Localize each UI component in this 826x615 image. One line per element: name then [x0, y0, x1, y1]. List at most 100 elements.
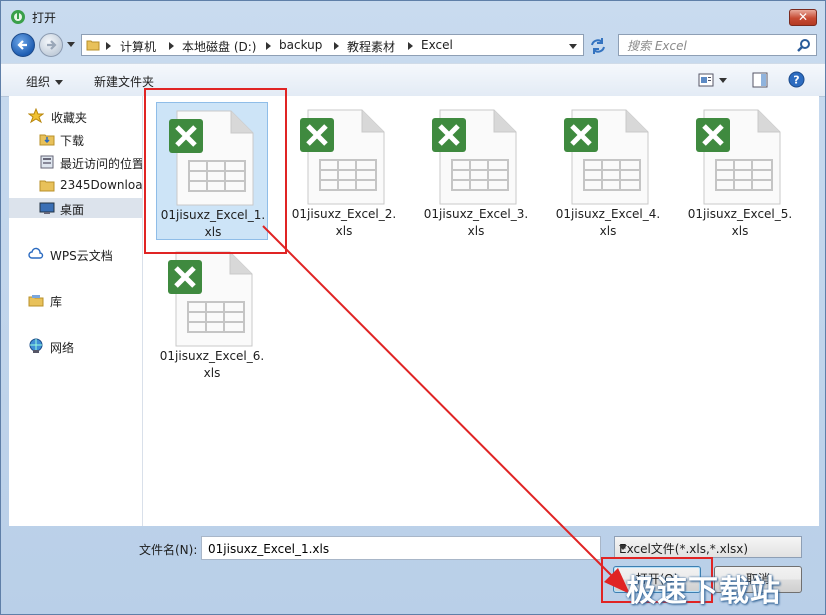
sidebar-item-favorites[interactable]: 收藏夹: [9, 106, 142, 126]
library-icon: [28, 295, 44, 307]
breadcrumb-separator-icon: [266, 42, 271, 50]
file-name: 01jisuxz_Excel_5.xls: [684, 206, 796, 240]
breadcrumb-computer[interactable]: 计算机: [120, 38, 156, 55]
back-button[interactable]: [11, 33, 35, 57]
file-list: 01jisuxz_Excel_1.xls 01jisuxz_Excel_2.xl…: [149, 96, 819, 526]
chevron-down-icon: [619, 545, 627, 550]
breadcrumb-separator-icon: [106, 42, 111, 50]
sidebar-item-label: WPS云文档: [50, 249, 113, 263]
excel-file-icon: [696, 109, 781, 205]
window-title: 打开: [32, 11, 57, 25]
star-icon: [28, 108, 44, 124]
file-name-line: 01jisuxz_Excel_6.: [159, 349, 265, 363]
refresh-icon[interactable]: [587, 35, 609, 57]
preview-pane-icon[interactable]: [752, 72, 768, 88]
help-icon[interactable]: ?: [788, 71, 805, 88]
sidebar-item-label: 最近访问的位置: [60, 157, 142, 171]
breadcrumb-tutorial-materials[interactable]: 教程素材: [347, 38, 395, 55]
search-input[interactable]: [625, 37, 799, 55]
back-arrow-icon: [17, 40, 27, 50]
cloud-icon: [28, 247, 44, 259]
file-name: 01jisuxz_Excel_2.xls: [288, 206, 400, 240]
svg-text:?: ?: [793, 74, 799, 87]
recent-places-icon: [40, 155, 54, 169]
sidebar-item-2345downloads[interactable]: 2345Downloads: [9, 175, 142, 195]
network-icon: [29, 338, 43, 353]
file-item[interactable]: 01jisuxz_Excel_1.xls: [156, 102, 268, 240]
filename-label: 文件名(N):: [139, 543, 198, 557]
sidebar-item-label: 2345Downloads: [60, 178, 142, 192]
excel-file-icon: [168, 251, 253, 347]
forward-arrow-icon: [47, 40, 57, 50]
view-options-icon[interactable]: [698, 73, 714, 87]
file-name-line: 01jisuxz_Excel_1.: [160, 208, 266, 222]
breadcrumb-separator-icon: [408, 42, 413, 50]
file-name-line: 01jisuxz_Excel_5.: [687, 207, 793, 221]
desktop-icon: [39, 202, 55, 214]
sidebar-item-downloads[interactable]: 下载: [9, 129, 142, 149]
file-name-line: xls: [599, 224, 617, 238]
file-name: 01jisuxz_Excel_1.xls: [157, 207, 269, 241]
sidebar-item-wps-cloud[interactable]: WPS云文档: [9, 244, 142, 264]
new-folder-button[interactable]: 新建文件夹: [94, 73, 154, 90]
folder-icon: [39, 180, 55, 192]
watermark-text: 极速下载站: [626, 574, 781, 609]
sidebar-item-label: 收藏夹: [51, 111, 88, 125]
sidebar-item-libraries[interactable]: 库: [9, 290, 142, 310]
excel-file-icon: [432, 109, 517, 205]
filename-input[interactable]: [206, 540, 590, 558]
file-name-line: xls: [203, 366, 221, 380]
address-bar[interactable]: 计算机 本地磁盘 (D:) backup 教程素材 Excel: [81, 34, 584, 56]
file-item[interactable]: 01jisuxz_Excel_6.xls: [156, 244, 268, 382]
search-icon[interactable]: [797, 38, 811, 52]
open-file-dialog: 打开 ✕ 计算机 本地磁盘 (D:) backup 教程素材 Excel 搜索 …: [0, 0, 826, 615]
filename-field[interactable]: [201, 536, 601, 560]
search-box[interactable]: [618, 34, 817, 56]
breadcrumb-excel[interactable]: Excel: [421, 38, 453, 52]
breadcrumb-separator-icon: [169, 42, 174, 50]
breadcrumb-local-disk[interactable]: 本地磁盘 (D:): [182, 38, 256, 55]
sidebar-item-label: 网络: [50, 341, 75, 355]
view-chevron-down-icon[interactable]: [719, 78, 727, 83]
file-name: 01jisuxz_Excel_6.xls: [156, 348, 268, 382]
file-type-select[interactable]: Excel文件(*.xls,*.xlsx): [614, 536, 802, 558]
breadcrumb-backup[interactable]: backup: [279, 38, 322, 52]
chevron-down-icon: [55, 80, 64, 85]
close-button[interactable]: ✕: [789, 9, 817, 26]
file-name: 01jisuxz_Excel_4.xls: [552, 206, 664, 240]
sidebar-item-desktop[interactable]: 桌面: [9, 198, 142, 218]
forward-button[interactable]: [39, 33, 63, 57]
file-name-line: xls: [204, 225, 222, 239]
file-name-line: 01jisuxz_Excel_4.: [555, 207, 661, 221]
sidebar-item-label: 桌面: [60, 203, 85, 217]
dialog-body: 收藏夹 下载 最近访问的位置 2345Downloads 桌面 WPS云文档: [9, 96, 819, 526]
folder-icon: [86, 40, 100, 51]
download-folder-icon: [39, 134, 55, 146]
file-name-line: xls: [467, 224, 485, 238]
sidebar-item-recent-places[interactable]: 最近访问的位置: [9, 152, 142, 172]
organize-label: 组织: [26, 75, 51, 89]
navigation-pane: 收藏夹 下载 最近访问的位置 2345Downloads 桌面 WPS云文档: [9, 96, 143, 526]
organize-menu[interactable]: 组织: [26, 73, 64, 90]
excel-file-icon: [169, 110, 254, 206]
file-item[interactable]: 01jisuxz_Excel_2.xls: [288, 102, 400, 240]
file-name-line: 01jisuxz_Excel_2.: [291, 207, 397, 221]
navigation-bar: 计算机 本地磁盘 (D:) backup 教程素材 Excel: [1, 31, 825, 61]
breadcrumb-separator-icon: [334, 42, 339, 50]
address-dropdown-icon[interactable]: [569, 44, 577, 49]
sidebar-item-network[interactable]: 网络: [9, 336, 142, 356]
file-name-line: xls: [731, 224, 749, 238]
sidebar-item-label: 下载: [60, 134, 85, 148]
app-icon: [11, 10, 25, 24]
recent-pages-chevron-icon[interactable]: [67, 42, 75, 48]
file-item[interactable]: 01jisuxz_Excel_5.xls: [684, 102, 796, 240]
file-item[interactable]: 01jisuxz_Excel_4.xls: [552, 102, 664, 240]
file-item[interactable]: 01jisuxz_Excel_3. xls: [420, 102, 532, 240]
file-name: 01jisuxz_Excel_3. xls: [420, 206, 532, 240]
excel-file-icon: [300, 109, 385, 205]
file-type-value: Excel文件(*.xls,*.xlsx): [619, 542, 749, 556]
command-toolbar: 组织 新建文件夹 ?: [1, 63, 825, 97]
file-name-line: xls: [335, 224, 353, 238]
excel-file-icon: [564, 109, 649, 205]
title-bar: 打开 ✕: [1, 1, 825, 31]
